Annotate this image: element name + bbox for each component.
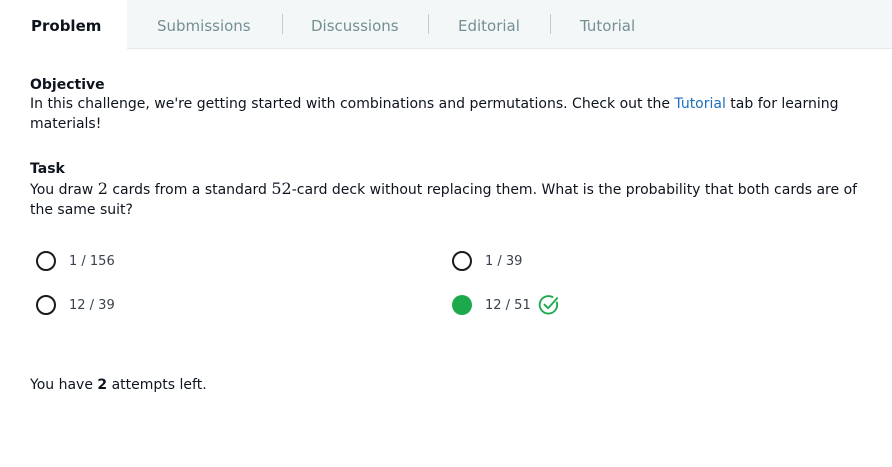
tab-separator [428,14,429,34]
objective-heading: Objective [30,77,105,93]
tab-discussions[interactable]: Discussions [311,0,399,49]
answer-option[interactable]: 12 / 39 [36,293,115,317]
radio-button[interactable] [36,295,56,315]
attempts-suffix: attempts left. [107,377,207,393]
tab-submissions[interactable]: Submissions [157,0,251,49]
attempts-count: 2 [97,377,108,393]
radio-button[interactable] [36,251,56,271]
objective-text-start: In this challenge, we're getting started… [30,96,675,112]
task-heading: Task [30,161,65,177]
tab-tutorial[interactable]: Tutorial [580,0,635,49]
num-cards-value: 2 [97,179,108,198]
task-text: You draw 2 cards from a standard 52-card… [30,179,860,220]
tutorial-link[interactable]: Tutorial [674,96,725,112]
answer-label: 1 / 156 [69,253,115,269]
task-text-1: You draw [30,182,98,198]
attempts-remaining: You have 2 attempts left. [30,377,207,393]
answer-label: 1 / 39 [485,253,523,269]
objective-text: In this challenge, we're getting started… [30,94,860,134]
answer-option[interactable]: 1 / 39 [452,249,522,273]
tab-problem[interactable]: Problem [0,0,127,50]
answer-option-selected[interactable]: 12 / 51 [452,293,560,317]
tab-separator [282,14,283,34]
radio-button[interactable] [452,251,472,271]
deck-size-value: 52 [271,179,292,198]
answer-label: 12 / 39 [69,297,115,313]
answer-label: 12 / 51 [485,297,531,313]
tab-separator [550,14,551,34]
radio-button-selected[interactable] [452,295,472,315]
check-circle-icon [538,295,558,315]
answer-option[interactable]: 1 / 156 [36,249,115,273]
attempts-prefix: You have [30,377,98,393]
tab-bar: Problem Submissions Discussions Editoria… [0,0,892,50]
problem-content: Objective In this challenge, we're getti… [0,50,892,467]
task-text-2: cards from a standard [107,182,272,198]
tab-editorial[interactable]: Editorial [458,0,520,49]
